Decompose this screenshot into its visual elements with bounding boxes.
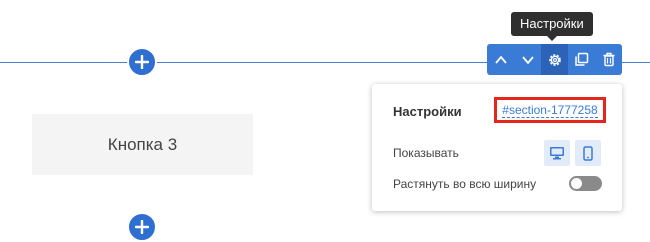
button-element[interactable]: Кнопка 3 (32, 114, 253, 175)
delete-button[interactable] (595, 44, 622, 75)
settings-button[interactable] (541, 44, 568, 75)
show-mobile-toggle[interactable] (575, 140, 601, 166)
add-section-button-bottom[interactable] (127, 212, 157, 242)
button-element-label: Кнопка 3 (107, 134, 178, 154)
plus-icon (135, 220, 149, 234)
section-anchor-text: #section-1777258 (502, 102, 598, 118)
chevron-up-icon (494, 55, 507, 64)
copy-icon (575, 52, 589, 66)
add-section-button[interactable] (127, 47, 157, 77)
settings-panel: Настройки #section-1777258 Показывать Ра… (372, 84, 622, 211)
chevron-down-icon (521, 55, 534, 64)
stretch-full-width-toggle[interactable] (569, 176, 602, 191)
settings-panel-title: Настройки (393, 104, 462, 119)
section-toolbar (487, 44, 622, 75)
stretch-full-width-label: Растянуть во всю ширину (393, 177, 537, 191)
mobile-icon (583, 145, 593, 161)
show-desktop-toggle[interactable] (544, 140, 570, 166)
plus-icon (135, 55, 149, 69)
toggle-knob (571, 178, 582, 189)
settings-tooltip: Настройки (511, 12, 593, 41)
move-down-button[interactable] (514, 44, 541, 75)
move-up-button[interactable] (487, 44, 514, 75)
show-on-devices-label: Показывать (393, 146, 459, 160)
trash-icon (603, 52, 614, 67)
gear-icon (548, 53, 561, 66)
section-anchor-link[interactable]: #section-1777258 (494, 97, 606, 123)
duplicate-button[interactable] (568, 44, 595, 75)
desktop-icon (550, 147, 564, 160)
